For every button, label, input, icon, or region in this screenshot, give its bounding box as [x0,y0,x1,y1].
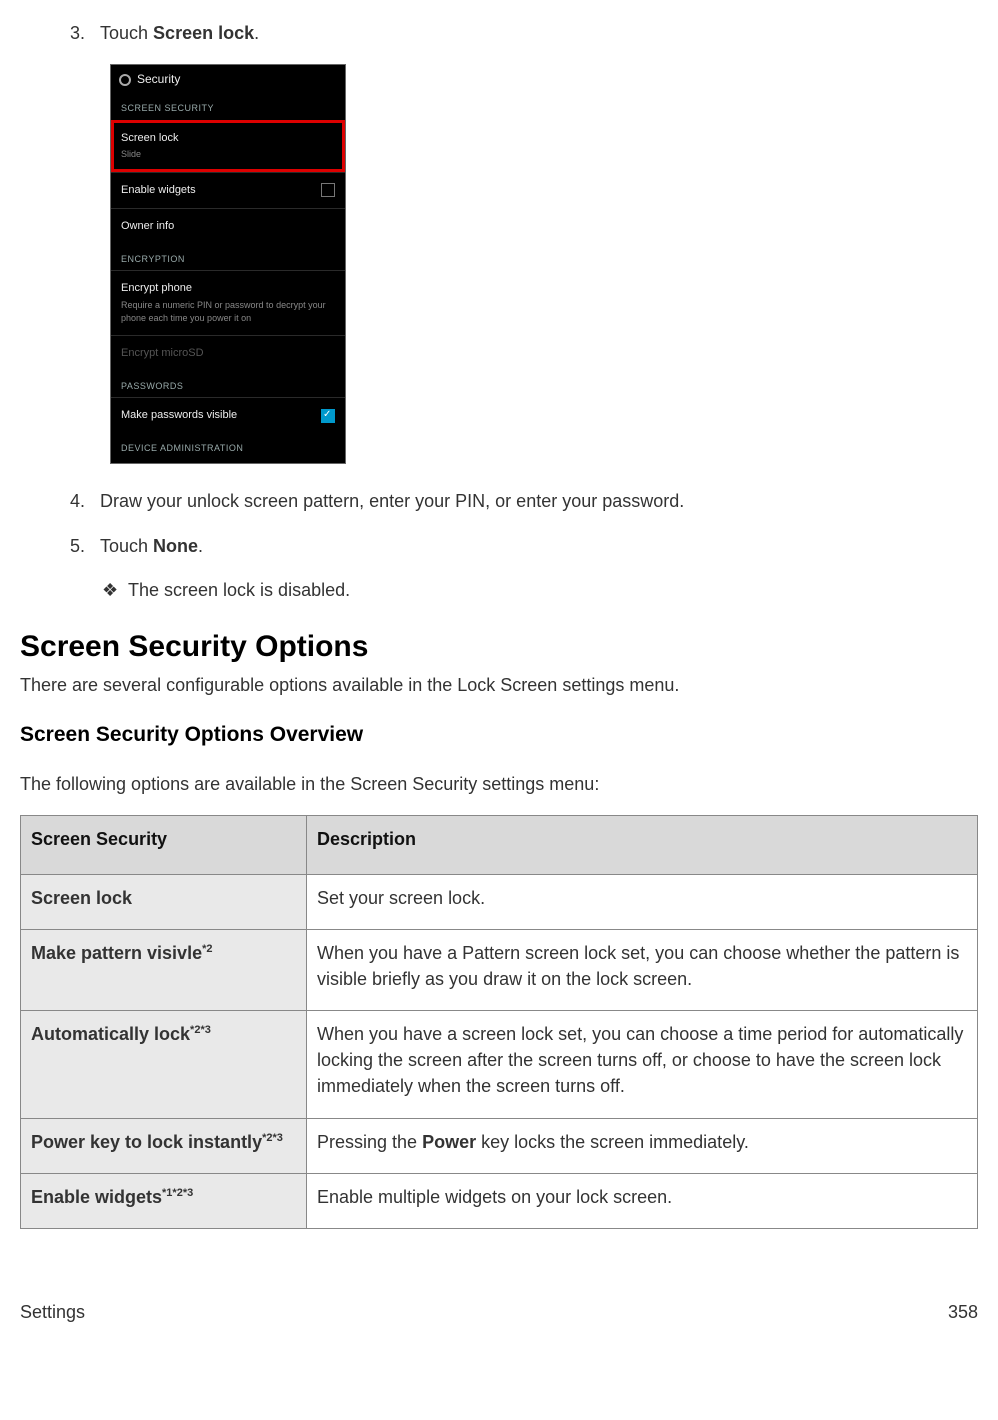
table-cell-desc: When you have a screen lock set, you can… [307,1011,978,1118]
phone-row-label: Owner info [121,219,174,235]
phone-row-sub: Require a numeric PIN or password to dec… [121,299,335,325]
table-cell-desc: Pressing the Power key locks the screen … [307,1118,978,1173]
table-cell-label: Enable widgets*1*2*3 [21,1173,307,1228]
section-intro: There are several configurable options a… [20,672,978,698]
phone-screenshot: Security SCREEN SECURITY Screen lock Sli… [110,64,346,464]
table-header-row: Screen Security Description [21,815,978,874]
table-cell-desc: When you have a Pattern screen lock set,… [307,930,978,1011]
phone-row-label: Make passwords visible [121,408,237,424]
step-4-text: Draw your unlock screen pattern, enter y… [100,488,684,514]
subsection-intro: The following options are available in t… [20,771,978,797]
phone-row-label: Encrypt microSD [121,346,204,362]
table-cell-desc: Enable multiple widgets on your lock scr… [307,1173,978,1228]
phone-row-screen-lock: Screen lock Slide [111,120,345,172]
step-4: 4. Draw your unlock screen pattern, ente… [70,488,978,514]
step-5-number: 5. [70,533,100,559]
phone-row-sub: Slide [121,148,178,161]
step-5-text: Touch None. [100,533,203,559]
step-5-result: ❖ The screen lock is disabled. [102,577,978,603]
footer-left: Settings [20,1299,85,1325]
phone-row-make-passwords-visible: Make passwords visible [111,397,345,434]
step-5: 5. Touch None. [70,533,978,559]
phone-section-screen-security: SCREEN SECURITY [111,94,345,119]
table-row: Make pattern visivle*2 When you have a P… [21,930,978,1011]
phone-section-encryption: ENCRYPTION [111,245,345,270]
table-row: Power key to lock instantly*2*3 Pressing… [21,1118,978,1173]
table-header-col2: Description [307,815,978,874]
checkbox-checked-icon [321,409,335,423]
subsection-heading: Screen Security Options Overview [20,720,978,750]
phone-row-encrypt-phone: Encrypt phone Require a numeric PIN or p… [111,270,345,335]
checkbox-icon [321,183,335,197]
phone-row-label: Enable widgets [121,183,196,199]
section-heading: Screen Security Options [20,625,978,669]
phone-row-owner-info: Owner info [111,208,345,245]
phone-section-device-admin: DEVICE ADMINISTRATION [111,434,345,459]
diamond-bullet-icon: ❖ [102,577,128,603]
phone-row-label: Encrypt phone [121,281,335,297]
table-cell-label: Screen lock [21,874,307,929]
table-cell-label: Make pattern visivle*2 [21,930,307,1011]
step-4-number: 4. [70,488,100,514]
step-3: 3. Touch Screen lock. [70,20,978,46]
table-row: Screen lock Set your screen lock. [21,874,978,929]
phone-title: Security [137,71,180,88]
phone-row-label: Screen lock [121,131,178,147]
step-3-text: Touch Screen lock. [100,20,259,46]
options-table: Screen Security Description Screen lock … [20,815,978,1229]
table-cell-label: Automatically lock*2*3 [21,1011,307,1118]
gear-icon [119,74,131,86]
step-3-number: 3. [70,20,100,46]
page-footer: Settings 358 [20,1299,978,1325]
table-row: Automatically lock*2*3 When you have a s… [21,1011,978,1118]
phone-row-enable-widgets: Enable widgets [111,172,345,209]
step-5-result-text: The screen lock is disabled. [128,577,350,603]
table-cell-desc: Set your screen lock. [307,874,978,929]
phone-titlebar: Security [111,65,345,94]
table-cell-label: Power key to lock instantly*2*3 [21,1118,307,1173]
phone-section-passwords: PASSWORDS [111,372,345,397]
phone-row-encrypt-microsd: Encrypt microSD [111,335,345,372]
table-header-col1: Screen Security [21,815,307,874]
footer-page-number: 358 [948,1299,978,1325]
table-row: Enable widgets*1*2*3 Enable multiple wid… [21,1173,978,1228]
